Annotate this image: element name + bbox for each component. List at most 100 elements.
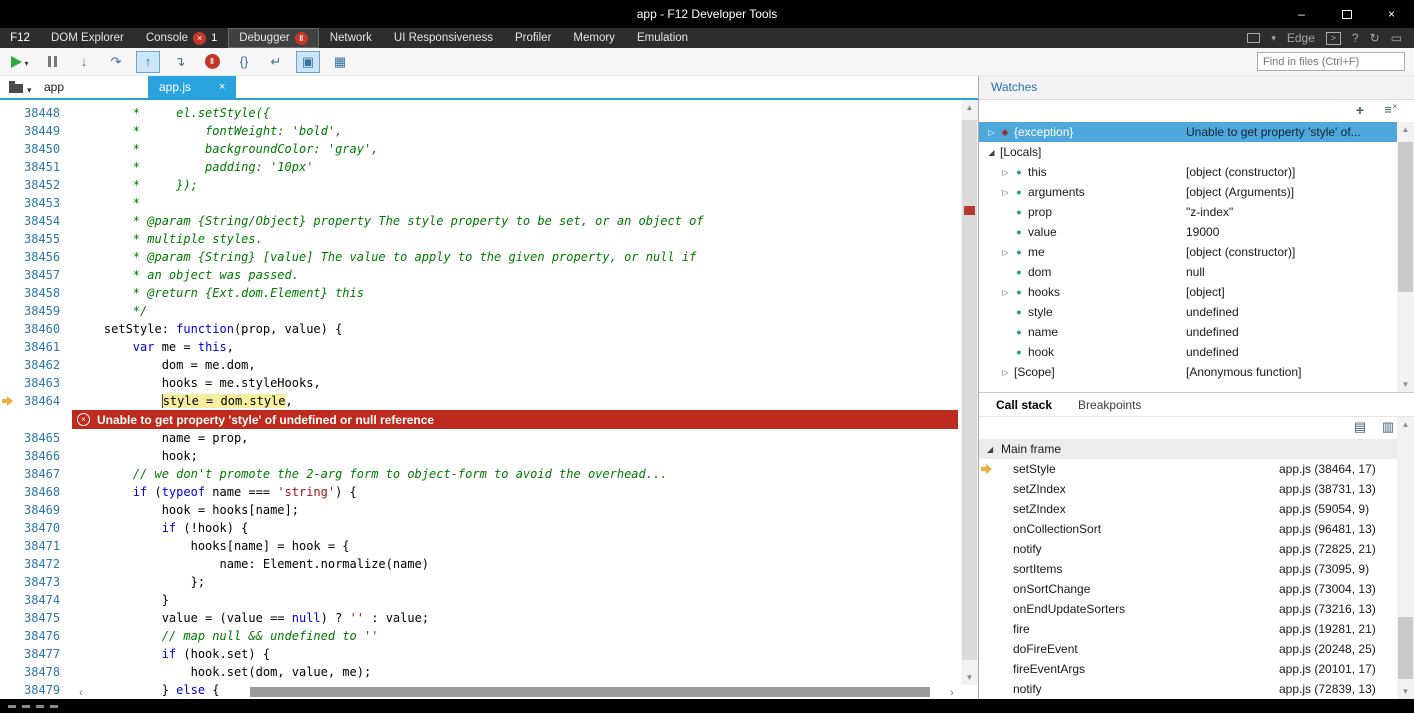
tab-dom-explorer[interactable]: DOM Explorer	[40, 28, 135, 48]
breakpoint-gutter[interactable]	[0, 501, 14, 519]
callstack-frame[interactable]: notify app.js (72825, 21)	[979, 539, 1398, 559]
watch-row-prop[interactable]: prop "z-index"	[979, 202, 1398, 222]
breakpoint-gutter[interactable]	[0, 681, 14, 699]
expand-toggle-icon[interactable]	[979, 445, 993, 454]
tab-memory[interactable]: Memory	[562, 28, 626, 48]
breakpoint-gutter[interactable]	[0, 248, 14, 266]
expand-toggle-icon[interactable]	[999, 168, 1012, 177]
tab-debugger[interactable]: Debugger	[228, 28, 319, 48]
tab-ui-responsiveness[interactable]: UI Responsiveness	[383, 28, 504, 48]
editor-vertical-scrollbar[interactable]	[961, 100, 978, 685]
callstack-group-header[interactable]: Main frame	[979, 439, 1398, 459]
target-caret-icon[interactable]	[1271, 32, 1276, 44]
watch-row-hooks[interactable]: hooks [object]	[979, 282, 1398, 302]
breakpoint-gutter[interactable]	[0, 158, 14, 176]
expand-toggle-icon[interactable]	[999, 288, 1012, 297]
breakpoint-gutter[interactable]	[0, 338, 14, 356]
breakpoint-gutter[interactable]	[0, 609, 14, 627]
watch-row-scope[interactable]: [Scope] [Anonymous function]	[979, 362, 1398, 382]
breakpoint-gutter[interactable]	[0, 392, 14, 410]
scroll-left-icon[interactable]	[75, 687, 87, 699]
breakpoint-gutter[interactable]	[0, 483, 14, 501]
tab-emulation[interactable]: Emulation	[626, 28, 699, 48]
tab-breakpoints[interactable]: Breakpoints	[1078, 398, 1141, 412]
breakpoint-gutter[interactable]	[0, 104, 14, 122]
tab-network[interactable]: Network	[319, 28, 383, 48]
just-my-code-button[interactable]: ▣	[296, 50, 320, 73]
breakpoint-gutter[interactable]	[0, 176, 14, 194]
callstack-frame[interactable]: setZIndex app.js (59054, 9)	[979, 499, 1398, 519]
editor-horizontal-scrollbar[interactable]	[75, 685, 958, 699]
callstack-frame[interactable]: setStyle app.js (38464, 17)	[979, 459, 1398, 479]
scrollbar-thumb[interactable]	[962, 120, 977, 660]
target-display-icon[interactable]	[1247, 33, 1261, 43]
file-tab-appjs[interactable]: app.js ×	[148, 76, 237, 98]
find-input[interactable]	[1257, 52, 1405, 72]
breakpoint-gutter[interactable]	[0, 519, 14, 537]
breakpoint-gutter[interactable]	[0, 591, 14, 609]
breakpoint-gutter[interactable]	[0, 140, 14, 158]
breakpoint-gutter[interactable]	[0, 230, 14, 248]
clear-watches-icon[interactable]	[1380, 102, 1397, 120]
breakpoint-gutter[interactable]	[0, 555, 14, 573]
folder-caret-icon[interactable]	[27, 80, 32, 98]
callstack-frame[interactable]: doFireEvent app.js (20248, 25)	[979, 639, 1398, 659]
watch-row-locals[interactable]: [Locals]	[979, 142, 1398, 162]
expand-toggle-icon[interactable]	[999, 188, 1012, 197]
breakpoint-gutter[interactable]	[0, 122, 14, 140]
help-icon[interactable]: ?	[1352, 31, 1359, 45]
expand-toggle-icon[interactable]	[985, 128, 998, 137]
scroll-down-icon[interactable]	[961, 673, 978, 682]
breakpoint-gutter[interactable]	[0, 374, 14, 392]
callstack-frame[interactable]: onSortChange app.js (73004, 13)	[979, 579, 1398, 599]
watch-row-style[interactable]: style undefined	[979, 302, 1398, 322]
breakpoint-gutter[interactable]	[0, 447, 14, 465]
open-console-icon[interactable]	[1325, 31, 1341, 45]
tab-call-stack[interactable]: Call stack	[996, 398, 1052, 412]
breakpoint-gutter[interactable]	[0, 663, 14, 681]
scroll-down-icon[interactable]	[1397, 687, 1414, 696]
step-into-button[interactable]: ↓	[72, 51, 96, 73]
breakpoint-gutter[interactable]	[0, 645, 14, 663]
breakpoint-gutter[interactable]	[0, 212, 14, 230]
scroll-up-icon[interactable]	[1397, 125, 1414, 134]
scroll-up-icon[interactable]	[1397, 420, 1414, 429]
callstack-frame[interactable]: onCollectionSort app.js (96481, 13)	[979, 519, 1398, 539]
exception-control-button[interactable]	[200, 51, 224, 73]
step-out-button[interactable]: ↑	[136, 50, 160, 73]
step-over-button[interactable]: ↷	[104, 51, 128, 73]
watch-row-exception[interactable]: {exception} Unable to get property 'style…	[979, 122, 1398, 142]
breakpoint-gutter[interactable]	[0, 356, 14, 374]
format-code-button[interactable]: {}	[232, 51, 256, 73]
dock-icon[interactable]	[1391, 31, 1402, 45]
watch-row-hook[interactable]: hook undefined	[979, 342, 1398, 362]
folder-icon[interactable]	[9, 81, 23, 93]
watch-row-name[interactable]: name undefined	[979, 322, 1398, 342]
tab-console[interactable]: Console 1	[135, 28, 228, 48]
close-tab-icon[interactable]: ×	[219, 81, 225, 93]
breakpoint-gutter[interactable]	[0, 429, 14, 447]
expand-toggle-icon[interactable]	[999, 368, 1012, 377]
watch-row-this[interactable]: this [object (constructor)]	[979, 162, 1398, 182]
close-button[interactable]: ×	[1369, 0, 1414, 28]
breakpoint-gutter[interactable]	[0, 194, 14, 212]
continue-button[interactable]	[8, 51, 32, 73]
expand-toggle-icon[interactable]	[985, 148, 998, 157]
source-maps-button[interactable]: ▦	[328, 51, 352, 73]
maximize-button[interactable]	[1324, 0, 1369, 28]
minimize-button[interactable]: –	[1279, 0, 1324, 28]
breakpoint-gutter[interactable]	[0, 320, 14, 338]
watch-row-dom[interactable]: dom null	[979, 262, 1398, 282]
refresh-icon[interactable]	[1370, 31, 1380, 45]
breakpoint-gutter[interactable]	[0, 302, 14, 320]
callstack-frame[interactable]: sortItems app.js (73095, 9)	[979, 559, 1398, 579]
break-button[interactable]	[40, 51, 64, 73]
callstack-frame[interactable]: onEndUpdateSorters app.js (73216, 13)	[979, 599, 1398, 619]
callstack-frame[interactable]: setZIndex app.js (38731, 13)	[979, 479, 1398, 499]
callstack-list-icon[interactable]	[1380, 419, 1396, 437]
callstack-frame[interactable]: fireEventArgs app.js (20101, 17)	[979, 659, 1398, 679]
scroll-right-icon[interactable]	[946, 687, 958, 699]
watch-row-me[interactable]: me [object (constructor)]	[979, 242, 1398, 262]
breakpoint-gutter[interactable]	[0, 573, 14, 591]
callstack-frame[interactable]: fire app.js (19281, 21)	[979, 619, 1398, 639]
